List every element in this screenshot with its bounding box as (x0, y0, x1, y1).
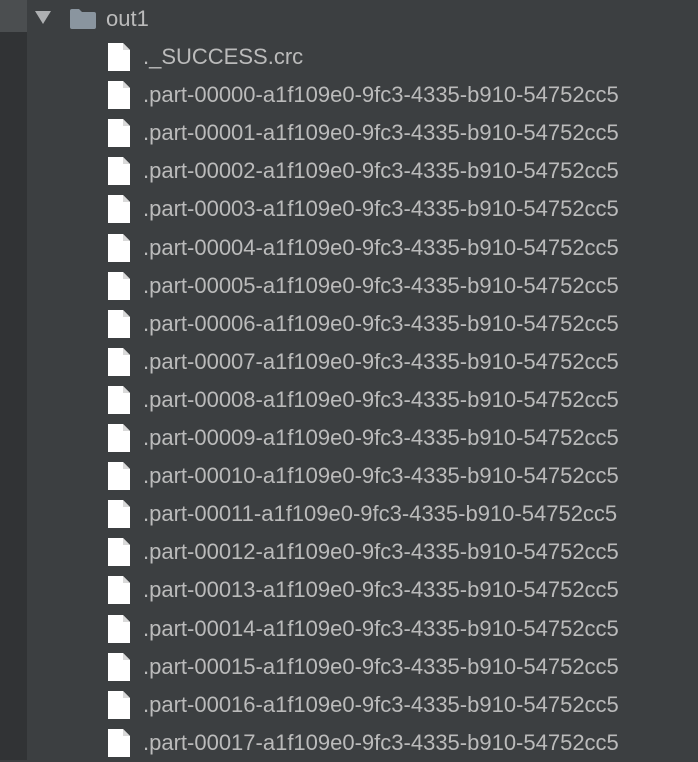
file-icon (108, 652, 130, 681)
file-name-label: .part-00001-a1f109e0-9fc3-4335-b910-5475… (143, 120, 619, 146)
file-name-label: .part-00007-a1f109e0-9fc3-4335-b910-5475… (143, 348, 619, 374)
file-icon (108, 157, 130, 186)
file-row-8[interactable]: .part-00007-a1f109e0-9fc3-4335-b910-5475… (0, 343, 698, 381)
file-icon (108, 424, 130, 452)
file-icon (108, 119, 130, 148)
file-name-label: .part-00017-a1f109e0-9fc3-4335-b910-5475… (143, 729, 619, 755)
file-icon (108, 309, 130, 338)
folder-icon (70, 9, 96, 29)
file-name-label: ._SUCCESS.crc (143, 44, 304, 69)
file-row-10[interactable]: .part-00009-a1f109e0-9fc3-4335-b910-5475… (0, 419, 698, 457)
chevron-down-icon[interactable] (35, 11, 51, 24)
file-row-5[interactable]: .part-00004-a1f109e0-9fc3-4335-b910-5475… (0, 229, 698, 267)
file-row-15[interactable]: .part-00014-a1f109e0-9fc3-4335-b910-5475… (0, 610, 698, 648)
file-icon (108, 81, 130, 110)
file-icon (108, 576, 130, 605)
file-row-3[interactable]: .part-00002-a1f109e0-9fc3-4335-b910-5475… (0, 152, 698, 190)
file-icon (108, 690, 130, 719)
project-file-tree: out1 ._SUCCESS.crc .part-00000-a1f109e0-… (0, 0, 698, 760)
file-icon (108, 43, 130, 71)
file-row-11[interactable]: .part-00010-a1f109e0-9fc3-4335-b910-5475… (0, 457, 698, 495)
file-row-17[interactable]: .part-00016-a1f109e0-9fc3-4335-b910-5475… (0, 686, 698, 724)
file-icon (108, 385, 130, 414)
file-name-label: .part-00016-a1f109e0-9fc3-4335-b910-5475… (143, 691, 619, 717)
file-icon (108, 195, 130, 224)
file-row-0[interactable]: ._SUCCESS.crc (0, 38, 698, 76)
file-icon (108, 538, 130, 567)
file-icon (108, 462, 130, 491)
file-name-label: .part-00000-a1f109e0-9fc3-4335-b910-5475… (143, 82, 619, 108)
file-name-label: .part-00013-a1f109e0-9fc3-4335-b910-5475… (143, 577, 619, 603)
file-name-label: .part-00004-a1f109e0-9fc3-4335-b910-5475… (143, 234, 619, 260)
file-row-1[interactable]: .part-00000-a1f109e0-9fc3-4335-b910-5475… (0, 76, 698, 114)
file-row-4[interactable]: .part-00003-a1f109e0-9fc3-4335-b910-5475… (0, 190, 698, 228)
file-row-2[interactable]: .part-00001-a1f109e0-9fc3-4335-b910-5475… (0, 114, 698, 152)
file-name-label: .part-00015-a1f109e0-9fc3-4335-b910-5475… (143, 653, 619, 679)
file-name-label: .part-00003-a1f109e0-9fc3-4335-b910-5475… (143, 196, 619, 222)
file-icon (108, 500, 130, 529)
file-row-16[interactable]: .part-00015-a1f109e0-9fc3-4335-b910-5475… (0, 648, 698, 686)
file-row-6[interactable]: .part-00005-a1f109e0-9fc3-4335-b910-5475… (0, 267, 698, 305)
file-row-14[interactable]: .part-00013-a1f109e0-9fc3-4335-b910-5475… (0, 571, 698, 609)
file-row-7[interactable]: .part-00006-a1f109e0-9fc3-4335-b910-5475… (0, 305, 698, 343)
file-row-12[interactable]: .part-00011-a1f109e0-9fc3-4335-b910-5475… (0, 495, 698, 533)
file-icon (108, 347, 130, 376)
file-row-13[interactable]: .part-00012-a1f109e0-9fc3-4335-b910-5475… (0, 533, 698, 571)
file-icon (108, 271, 130, 300)
folder-name-label: out1 (106, 6, 149, 31)
file-name-label: .part-00002-a1f109e0-9fc3-4335-b910-5475… (143, 158, 619, 184)
file-name-label: .part-00009-a1f109e0-9fc3-4335-b910-5475… (143, 425, 619, 450)
file-name-label: .part-00014-a1f109e0-9fc3-4335-b910-5475… (143, 615, 619, 641)
file-row-9[interactable]: .part-00008-a1f109e0-9fc3-4335-b910-5475… (0, 381, 698, 419)
file-row-18[interactable]: .part-00017-a1f109e0-9fc3-4335-b910-5475… (0, 724, 698, 762)
file-name-label: .part-00010-a1f109e0-9fc3-4335-b910-5475… (143, 463, 619, 489)
file-name-label: .part-00012-a1f109e0-9fc3-4335-b910-5475… (143, 539, 619, 565)
folder-row-out1[interactable]: out1 (0, 0, 698, 38)
file-name-label: .part-00008-a1f109e0-9fc3-4335-b910-5475… (143, 386, 619, 412)
file-name-label: .part-00006-a1f109e0-9fc3-4335-b910-5475… (143, 310, 619, 336)
file-icon (108, 614, 130, 643)
file-name-label: .part-00011-a1f109e0-9fc3-4335-b910-5475… (143, 501, 618, 527)
file-icon (108, 233, 130, 262)
file-name-label: .part-00005-a1f109e0-9fc3-4335-b910-5475… (143, 272, 619, 298)
file-icon (108, 728, 130, 757)
